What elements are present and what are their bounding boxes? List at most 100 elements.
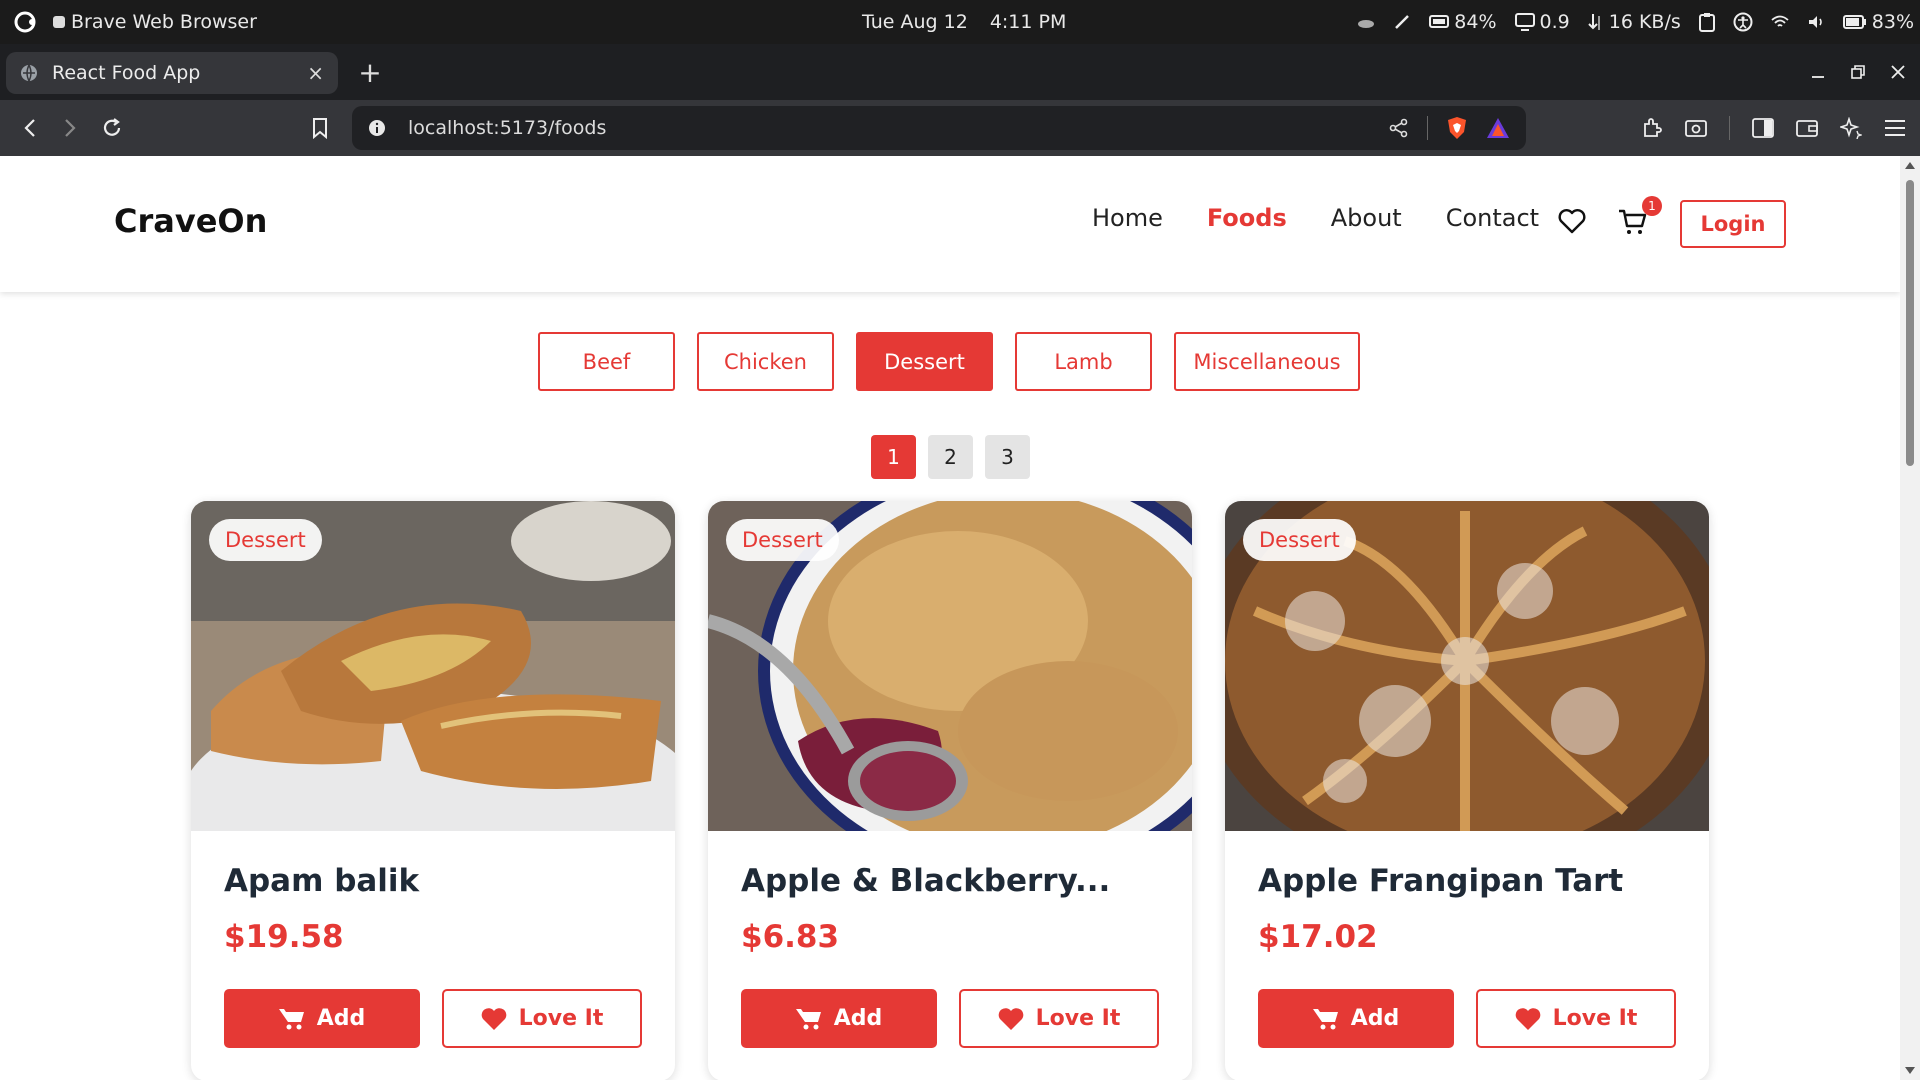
extensions-icon[interactable] xyxy=(1641,117,1663,139)
add-label: Add xyxy=(1350,1006,1400,1031)
active-app[interactable]: Brave Web Browser xyxy=(52,11,257,33)
wallet-icon[interactable] xyxy=(1796,118,1818,138)
volume-icon[interactable] xyxy=(1807,14,1825,30)
ubuntu-logo-icon[interactable] xyxy=(14,11,36,33)
load-indicator[interactable]: 0.9 xyxy=(1514,11,1570,33)
active-app-name: Brave Web Browser xyxy=(71,11,257,33)
cpu-indicator[interactable]: 84% xyxy=(1429,11,1497,33)
accessibility-icon[interactable] xyxy=(1733,12,1753,32)
url-text[interactable]: localhost:5173/foods xyxy=(408,117,1389,139)
pagination: 1 2 3 xyxy=(871,435,1030,479)
battery-indicator[interactable]: 83% xyxy=(1842,11,1914,33)
close-window-icon[interactable] xyxy=(1890,64,1906,80)
brave-rewards-icon[interactable] xyxy=(1486,117,1510,139)
pen-icon[interactable] xyxy=(1393,13,1411,31)
card-category-badge: Dessert xyxy=(209,519,322,561)
nav-contact[interactable]: Contact xyxy=(1446,204,1539,232)
leo-icon[interactable] xyxy=(1840,117,1862,139)
love-label: Love It xyxy=(1035,1006,1121,1031)
love-it-button[interactable]: Love It xyxy=(1476,989,1676,1048)
heart-icon[interactable] xyxy=(1558,208,1586,234)
tab-close-button[interactable]: × xyxy=(307,61,324,85)
main-nav: Home Foods About Contact xyxy=(1092,204,1539,232)
cpu-icon xyxy=(1429,14,1450,30)
cart-button[interactable]: 1 xyxy=(1618,196,1662,236)
add-to-cart-button[interactable]: Add xyxy=(741,989,937,1048)
nav-foods[interactable]: Foods xyxy=(1207,204,1287,232)
heart-icon xyxy=(998,1007,1024,1031)
tab-title: React Food App xyxy=(52,62,201,84)
load-text: 0.9 xyxy=(1539,11,1570,33)
scroll-up-arrow-icon[interactable] xyxy=(1905,162,1915,169)
food-card: Dessert Apple Frangipan Tart $17.02 Add … xyxy=(1225,501,1709,1080)
scroll-down-arrow-icon[interactable] xyxy=(1905,1067,1915,1074)
wifi-icon[interactable] xyxy=(1771,15,1789,29)
battery-icon xyxy=(1842,15,1867,29)
tab-strip: React Food App × + xyxy=(0,44,1920,100)
nav-about[interactable]: About xyxy=(1331,204,1402,232)
forward-icon[interactable] xyxy=(52,110,88,146)
reload-icon[interactable] xyxy=(94,110,130,146)
cloud-icon[interactable] xyxy=(1357,16,1375,28)
browser-tab[interactable]: React Food App × xyxy=(6,52,338,94)
menu-icon[interactable] xyxy=(1884,119,1906,137)
sidebar-icon[interactable] xyxy=(1752,118,1774,138)
info-icon[interactable] xyxy=(368,119,386,137)
page-3-button[interactable]: 3 xyxy=(985,435,1030,479)
new-tab-button[interactable]: + xyxy=(352,54,388,90)
love-label: Love It xyxy=(1552,1006,1638,1031)
page-1-button[interactable]: 1 xyxy=(871,435,916,479)
network-text: 16 KB/s xyxy=(1608,11,1681,33)
love-it-button[interactable]: Love It xyxy=(959,989,1159,1048)
network-indicator[interactable]: 16 KB/s xyxy=(1588,11,1681,33)
date-text: Tue Aug 12 xyxy=(862,11,968,33)
login-button[interactable]: Login xyxy=(1680,200,1786,248)
clock[interactable]: Tue Aug 12 4:11 PM xyxy=(862,0,1066,44)
screenshot-icon[interactable] xyxy=(1685,118,1707,138)
heart-icon xyxy=(481,1007,507,1031)
card-price: $6.83 xyxy=(741,919,840,955)
food-image[interactable]: Dessert xyxy=(1225,501,1709,831)
divider xyxy=(1729,116,1730,140)
add-to-cart-button[interactable]: Add xyxy=(224,989,420,1048)
favicon-icon xyxy=(20,64,38,82)
cpu-text: 84% xyxy=(1454,11,1497,33)
brave-shield-icon[interactable] xyxy=(1446,116,1468,140)
card-title[interactable]: Apam balik xyxy=(224,863,419,899)
card-title[interactable]: Apple Frangipan Tart xyxy=(1258,863,1623,899)
battery-text: 83% xyxy=(1871,11,1914,33)
food-image[interactable]: Dessert xyxy=(708,501,1192,831)
card-price: $17.02 xyxy=(1258,919,1378,955)
minimize-icon[interactable] xyxy=(1810,64,1826,80)
category-lamb-button[interactable]: Lamb xyxy=(1015,332,1152,391)
card-title[interactable]: Apple & Blackberry... xyxy=(741,863,1110,899)
food-image[interactable]: Dessert xyxy=(191,501,675,831)
heart-icon xyxy=(1515,1007,1541,1031)
back-icon[interactable] xyxy=(12,110,48,146)
love-it-button[interactable]: Love It xyxy=(442,989,642,1048)
cart-icon xyxy=(278,1007,305,1031)
page-scrollbar[interactable] xyxy=(1900,156,1920,1080)
category-filter: Beef Chicken Dessert Lamb Miscellaneous xyxy=(538,332,1360,391)
category-dessert-button[interactable]: Dessert xyxy=(856,332,993,391)
os-top-bar: Brave Web Browser Tue Aug 12 4:11 PM 84%… xyxy=(0,0,1920,44)
category-chicken-button[interactable]: Chicken xyxy=(697,332,834,391)
add-to-cart-button[interactable]: Add xyxy=(1258,989,1454,1048)
nav-home[interactable]: Home xyxy=(1092,204,1163,232)
food-card: Dessert Apam balik $19.58 Add Love It xyxy=(191,501,675,1080)
card-category-badge: Dessert xyxy=(726,519,839,561)
clipboard-icon[interactable] xyxy=(1698,12,1715,32)
site-header: CraveOn Home Foods About Contact 1 Login xyxy=(0,156,1900,292)
site-logo[interactable]: CraveOn xyxy=(114,202,267,240)
address-bar[interactable]: localhost:5173/foods xyxy=(352,106,1526,150)
restore-icon[interactable] xyxy=(1850,64,1866,80)
divider xyxy=(1427,116,1428,140)
page-2-button[interactable]: 2 xyxy=(928,435,973,479)
add-label: Add xyxy=(316,1006,366,1031)
bookmark-icon[interactable] xyxy=(302,110,338,146)
category-miscellaneous-button[interactable]: Miscellaneous xyxy=(1174,332,1360,391)
scroll-thumb[interactable] xyxy=(1906,180,1914,466)
cart-icon xyxy=(795,1007,822,1031)
category-beef-button[interactable]: Beef xyxy=(538,332,675,391)
share-icon[interactable] xyxy=(1389,118,1409,138)
